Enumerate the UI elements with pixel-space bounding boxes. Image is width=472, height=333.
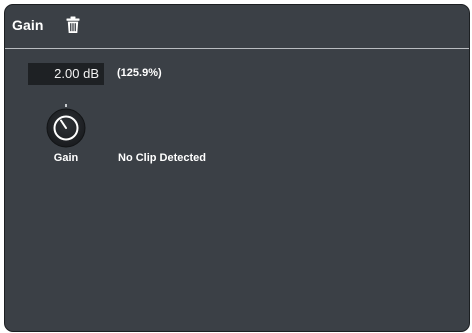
- clip-status: No Clip Detected: [118, 152, 207, 164]
- panel-title: Gain: [12, 17, 44, 33]
- gain-knob[interactable]: [42, 102, 90, 150]
- trash-icon[interactable]: [66, 16, 80, 34]
- gain-knob-label: Gain: [53, 152, 79, 164]
- header-divider: [5, 48, 469, 49]
- panel-header: Gain: [5, 5, 469, 45]
- gain-value-field[interactable]: 2.00 dB: [28, 63, 104, 85]
- gain-percent: (125.9%): [117, 67, 162, 79]
- gain-panel: Gain 2.00 dB (125.9%) Gain No Clip Detec…: [4, 4, 470, 332]
